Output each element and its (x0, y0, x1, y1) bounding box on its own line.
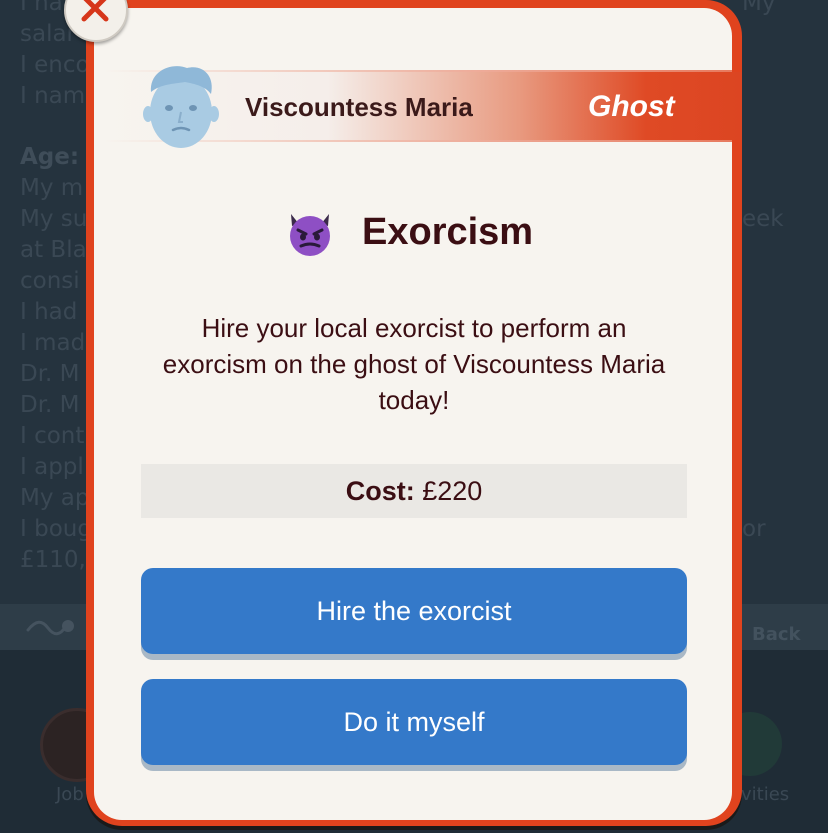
log-line: at Bla (20, 237, 87, 263)
log-line: I mad (20, 330, 86, 356)
close-icon (81, 0, 109, 22)
log-line: My ap (20, 485, 90, 511)
log-line: £110, (20, 547, 86, 573)
hire-exorcist-button[interactable]: Hire the exorcist (141, 568, 687, 654)
log-line: I had (20, 299, 78, 325)
tab-label-activities: ivities (736, 784, 790, 805)
log-line: I boug (20, 516, 92, 542)
person-name: Viscountess Maria (245, 92, 473, 122)
log-line: Dr. M (20, 361, 80, 387)
squiggle-icon (26, 620, 74, 636)
log-line: consi (20, 268, 80, 294)
dialog-description: Hire your local exorcist to perform an e… (162, 313, 666, 415)
log-line: I enco (20, 52, 90, 78)
dialog-title: Exorcism (362, 211, 534, 253)
log-line: I nam (20, 83, 86, 109)
log-fragment: My (742, 0, 776, 16)
smiling-devil-icon (290, 214, 330, 256)
cost-display: Cost: £220 (141, 464, 687, 518)
cost-value: £220 (422, 476, 483, 506)
log-heading: Age: (20, 144, 80, 170)
do-it-myself-button[interactable]: Do it myself (141, 679, 687, 765)
log-line: My su (20, 206, 88, 232)
log-fragment: eek (742, 206, 784, 232)
log-fragment: or (742, 516, 766, 542)
log-line: I cont (20, 423, 85, 449)
person-status-tag: Ghost (588, 90, 675, 123)
log-line: I ha (20, 0, 63, 16)
cost-label: Cost: (345, 476, 415, 506)
log-line: Dr. M (20, 392, 80, 418)
log-line: I appl (20, 454, 84, 480)
back-button: Back (752, 624, 801, 645)
tab-label-job: Job (56, 784, 84, 805)
ghost-avatar-icon (143, 66, 219, 148)
log-line: My m (20, 175, 84, 201)
